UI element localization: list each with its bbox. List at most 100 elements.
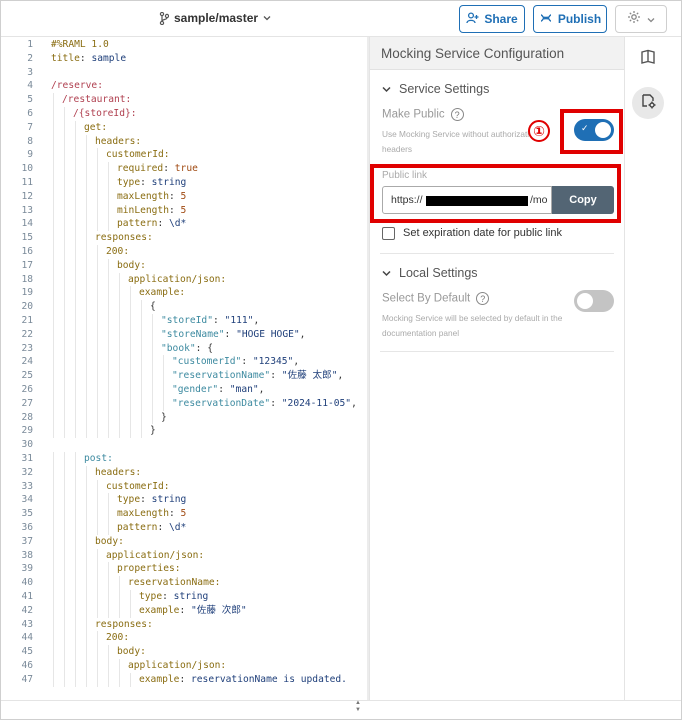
code-token: /restaurant: <box>62 94 132 106</box>
indent-guide <box>108 493 109 508</box>
indent-guide <box>108 645 109 659</box>
book-icon <box>640 49 656 70</box>
code-line[interactable]: 43 responses: <box>1 618 367 632</box>
code-editor[interactable]: 1 #%RAML 1.0 2 title: sample 3 4/reserve: 5/re… <box>1 37 367 705</box>
indent-guide <box>53 521 54 535</box>
code-line[interactable]: 27 "reservationDate": "2024-11-05", <box>1 397 367 411</box>
code-line[interactable]: 9 customerId: <box>1 148 367 162</box>
expiration-label[interactable]: Set expiration date for public link <box>403 227 562 239</box>
expiration-checkbox[interactable] <box>382 227 395 240</box>
code-line[interactable]: 7 get: <box>1 121 367 135</box>
code-line[interactable]: 28} <box>1 411 367 425</box>
code-text: body: <box>117 259 146 273</box>
code-line[interactable]: 3 <box>1 66 367 80</box>
scroll-arrows-icon[interactable]: ▲ ▼ <box>355 700 361 714</box>
help-icon[interactable]: ? <box>450 108 464 121</box>
code-line[interactable]: 41 type: string <box>1 590 367 604</box>
indent-guide <box>64 562 65 577</box>
indent-guide <box>64 217 65 232</box>
code-line[interactable]: 46 application/json: <box>1 659 367 673</box>
indent-guide <box>152 341 153 356</box>
code-token: : <box>270 370 282 382</box>
code-line[interactable]: 37 body: <box>1 535 367 549</box>
indent-guide <box>75 258 76 273</box>
indent-guide <box>97 355 98 370</box>
code-line[interactable]: 11 type: string <box>1 176 367 190</box>
mocking-service-button[interactable] <box>632 87 664 119</box>
indent-guide <box>75 245 76 259</box>
indent-guide <box>108 272 109 287</box>
line-number: 33 <box>21 480 33 492</box>
code-line[interactable]: 23 "book": { <box>1 342 367 356</box>
code-line[interactable]: 45 body: <box>1 645 367 659</box>
code-line[interactable]: 42 example: "佐藤 次郎" <box>1 604 367 618</box>
code-line[interactable]: 13 minLength: 5 <box>1 204 367 218</box>
share-button[interactable]: Share <box>459 5 525 33</box>
code-line[interactable]: 33 customerId: <box>1 480 367 494</box>
code-line[interactable]: 30 <box>1 438 367 452</box>
indent-guide <box>86 383 87 397</box>
indent-guide <box>75 134 76 149</box>
code-line[interactable]: 21 "storeId": "111", <box>1 314 367 328</box>
indent-guide <box>53 659 54 673</box>
code-line[interactable]: 16 200: <box>1 245 367 259</box>
code-line[interactable]: 47 example: reservationName is updated. <box>1 673 367 687</box>
documentation-button[interactable] <box>632 43 664 75</box>
code-line[interactable]: 38 application/json: <box>1 549 367 563</box>
indent-guide <box>86 148 87 163</box>
code-line[interactable]: 8 headers: <box>1 135 367 149</box>
branch-selector[interactable]: sample/master <box>159 11 271 25</box>
code-token: , <box>258 384 265 395</box>
code-line[interactable]: 31 post: <box>1 452 367 466</box>
code-line[interactable]: 17 body: <box>1 259 367 273</box>
code-token: : <box>79 52 92 64</box>
code-line[interactable]: 19 example: <box>1 286 367 300</box>
code-line[interactable]: 1 #%RAML 1.0 <box>1 38 367 52</box>
line-number: 10 <box>21 163 33 175</box>
indent-guide <box>86 162 87 176</box>
code-line[interactable]: 36 pattern: \d* <box>1 521 367 535</box>
code-line[interactable]: 44 200: <box>1 631 367 645</box>
code-line[interactable]: 32 headers: <box>1 466 367 480</box>
publish-button[interactable]: Publish <box>533 5 607 33</box>
code-line[interactable]: 12 maxLength: 5 <box>1 190 367 204</box>
code-line[interactable]: 4/reserve: <box>1 79 367 93</box>
code-line[interactable]: 29} <box>1 424 367 438</box>
service-settings-toggle[interactable]: Service Settings <box>382 82 489 96</box>
line-number: 37 <box>21 535 33 547</box>
line-number: 1 <box>27 39 33 50</box>
code-line[interactable]: 35 maxLength: 5 <box>1 507 367 521</box>
code-text: "book": { <box>161 342 213 356</box>
code-token: "2024-11-05" <box>281 397 352 409</box>
code-line[interactable]: 40 reservationName: <box>1 576 367 590</box>
code-line[interactable]: 5/restaurant: <box>1 93 367 107</box>
code-line[interactable]: 2 title: sample <box>1 52 367 66</box>
indent-guide <box>97 148 98 163</box>
code-line[interactable]: 18 application/json: <box>1 273 367 287</box>
code-line[interactable]: 14 pattern: \d* <box>1 217 367 231</box>
code-line[interactable]: 20 { <box>1 300 367 314</box>
code-text: example: "佐藤 次郎" <box>139 604 247 618</box>
code-line[interactable]: 10 required: true <box>1 162 367 176</box>
code-line[interactable]: 15 responses: <box>1 231 367 245</box>
code-token: , <box>299 328 306 340</box>
select-by-default-toggle[interactable] <box>574 290 614 312</box>
indent-guide <box>53 465 54 480</box>
code-line[interactable]: 34 type: string <box>1 493 367 507</box>
code-token: "111" <box>224 315 254 326</box>
code-line[interactable]: 22 "storeName": "HOGE HOGE", <box>1 328 367 342</box>
code-line[interactable]: 26 "gender": "man", <box>1 383 367 397</box>
indent-guide <box>97 548 98 563</box>
settings-menu-button[interactable] <box>615 5 667 33</box>
indent-guide <box>75 603 76 618</box>
indent-guide <box>75 369 76 383</box>
local-settings-toggle[interactable]: Local Settings <box>382 266 478 280</box>
code-line[interactable]: 6 /{storeId}: <box>1 107 367 121</box>
code-line[interactable]: 39 properties: <box>1 562 367 576</box>
code-line[interactable]: 24 "customerId": "12345", <box>1 355 367 369</box>
code-line[interactable]: 25 "reservationName": "佐藤 太郎", <box>1 369 367 383</box>
indent-guide <box>53 217 54 232</box>
indent-guide <box>141 341 142 356</box>
code-token: type <box>139 591 163 602</box>
help-icon[interactable]: ? <box>476 292 490 305</box>
